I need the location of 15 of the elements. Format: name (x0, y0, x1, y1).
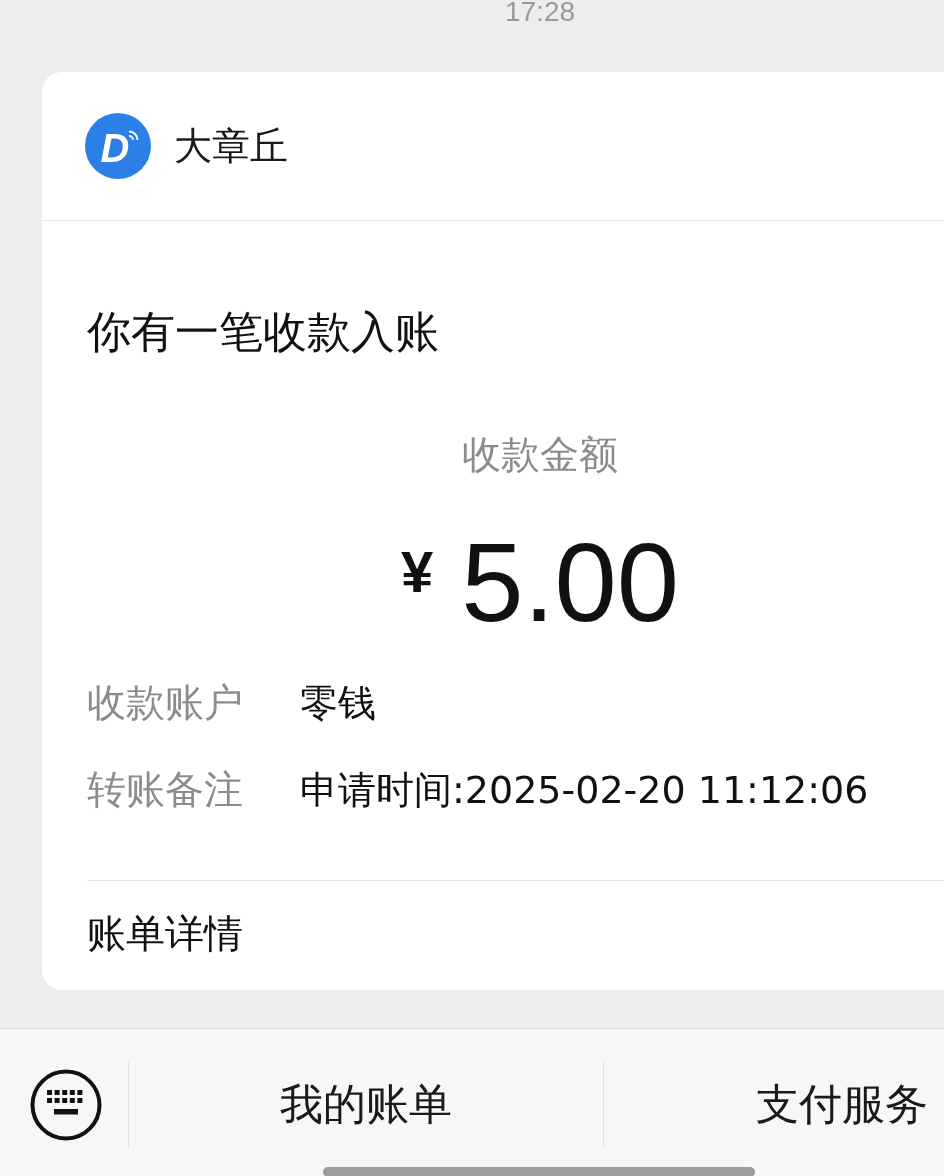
field-value: 零钱 (300, 680, 376, 727)
field-label: 转账备注 (87, 766, 244, 814)
sender-logo: D (85, 113, 151, 179)
message-time: 17:28 (504, 0, 576, 24)
field-label: 收款账户 (87, 679, 244, 727)
field-value: 申请时间:2025-02-20 11:12:06 (300, 767, 869, 814)
amount-value: 5.00 (461, 526, 680, 639)
bill-details-link[interactable]: 账单详情 (87, 908, 243, 959)
keyboard-icon[interactable] (30, 1068, 102, 1141)
message-title: 你有一笔收款入账 (87, 305, 440, 359)
menu-tab[interactable]: 支付服务 (604, 1062, 944, 1147)
sender-name: 大章丘 (174, 127, 288, 165)
amount-label: 收款金额 (462, 431, 618, 479)
menu-tab[interactable]: 我的账单 (129, 1062, 604, 1147)
currency-symbol: ¥ (400, 542, 434, 601)
